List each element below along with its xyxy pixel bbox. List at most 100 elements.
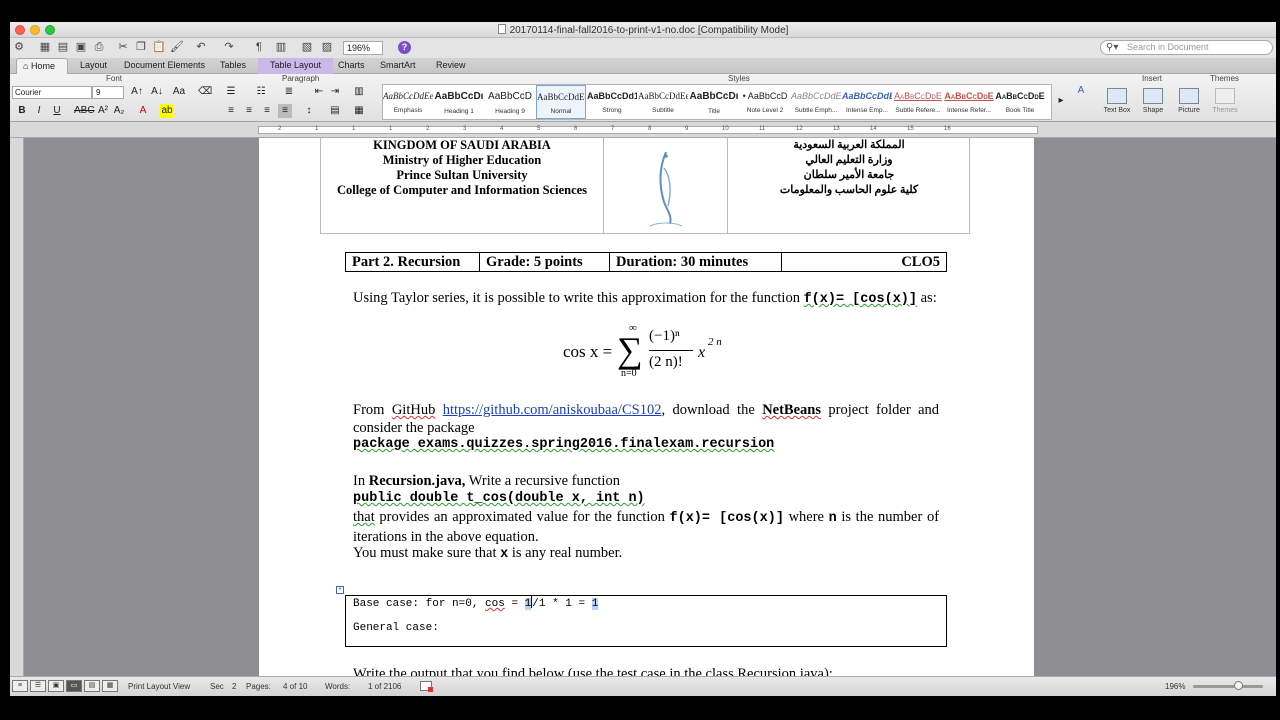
sidebar-icon[interactable]: ▥: [274, 41, 288, 54]
align-left-icon[interactable]: ≡: [224, 104, 238, 118]
print-icon[interactable]: ⎙: [92, 41, 106, 54]
status-bar: ≡ ☰ ▣ ▭ ▤ ▦ Print Layout View Sec 2 Page…: [10, 676, 1276, 696]
draft-view-button[interactable]: ≡: [12, 680, 28, 692]
justify-icon[interactable]: ≡: [278, 104, 292, 118]
zoom-slider[interactable]: [1193, 685, 1263, 688]
spellcheck-icon[interactable]: [420, 681, 433, 692]
tab-charts[interactable]: Charts: [332, 58, 371, 74]
header-line: College of Computer and Information Scie…: [336, 183, 588, 197]
style-strong[interactable]: AaBbCcDd1 Strong: [587, 85, 637, 119]
publishing-view-button[interactable]: ▣: [48, 680, 64, 692]
print-layout-view-button[interactable]: ▭: [66, 680, 82, 692]
style-emphasis[interactable]: AaBbCcDdEe Emphasis: [383, 85, 433, 119]
subscript-button[interactable]: A₂: [112, 104, 126, 118]
ruler-number: 11: [759, 126, 766, 132]
help-icon[interactable]: ?: [398, 41, 411, 54]
customize-toolbar-icon[interactable]: ⚙: [12, 41, 26, 54]
cut-icon[interactable]: ✂: [116, 41, 130, 54]
grow-font-icon[interactable]: A↑: [130, 85, 144, 99]
themes-button[interactable]: Themes: [1206, 88, 1244, 114]
text-styles-icon[interactable]: A: [1074, 84, 1088, 98]
font-color-button[interactable]: A: [136, 104, 150, 118]
focus-view-button[interactable]: ▦: [102, 680, 118, 692]
pilcrow-icon[interactable]: ¶: [252, 41, 266, 54]
line-spacing-icon[interactable]: ↕: [302, 104, 316, 118]
borders-icon[interactable]: ▦: [352, 104, 366, 118]
fraction-denominator: (2 n)!: [649, 354, 683, 370]
table-move-handle[interactable]: +: [336, 586, 344, 594]
style-title[interactable]: AaBbCcDı Title: [689, 85, 739, 119]
zoom-slider-handle[interactable]: [1234, 681, 1243, 690]
style-intense-reference[interactable]: AaBbCcDdE Intense Refer...: [944, 85, 994, 119]
tab-review[interactable]: Review: [430, 58, 472, 74]
format-painter-icon[interactable]: 🖌: [170, 41, 184, 54]
clear-format-icon[interactable]: ⌫: [198, 85, 212, 99]
undo-icon[interactable]: ↶: [194, 41, 208, 54]
ruler-number: 9: [685, 126, 689, 132]
base-case-line[interactable]: Base case: for n=0, cos = 1/1 * 1 = 1: [353, 596, 599, 610]
styles-gallery: AaBbCcDdEe Emphasis AaBbCcDı Heading 1 AaB…: [382, 84, 1052, 120]
redo-icon[interactable]: ↷: [222, 41, 236, 54]
words-value: 1 of 2106: [368, 682, 402, 691]
align-right-icon[interactable]: ≡: [260, 104, 274, 118]
bold-button[interactable]: B: [15, 104, 29, 118]
style-subtle-reference[interactable]: AaBbCcDdE Subtle Refere...: [893, 85, 943, 119]
zoom-select[interactable]: 196%: [343, 41, 383, 55]
style-heading-9[interactable]: AaBbCcD Heading 9: [485, 85, 535, 119]
tab-layout[interactable]: Layout: [74, 58, 113, 74]
style-heading-1[interactable]: AaBbCcDı Heading 1: [434, 85, 484, 119]
style-note-level-2[interactable]: • AaBbCcD Note Level 2: [740, 85, 790, 119]
tab-smartart[interactable]: SmartArt: [374, 58, 422, 74]
styles-next-icon[interactable]: ▸: [1054, 94, 1068, 108]
insert-picture-button[interactable]: Picture: [1170, 88, 1208, 114]
font-size-select[interactable]: 9: [92, 86, 124, 99]
shrink-font-icon[interactable]: A↓: [150, 85, 164, 99]
vertical-ruler[interactable]: [10, 138, 24, 676]
horizontal-ruler[interactable]: 2 1 1 1 2 3 4 5 6 7 8 9 10 11 12 13 14 15 16: [10, 122, 1276, 138]
ruler-number: 2: [278, 126, 282, 132]
tab-tables[interactable]: Tables: [214, 58, 252, 74]
tab-table-layout[interactable]: Table Layout: [258, 58, 334, 74]
insert-shape-button[interactable]: Shape: [1134, 88, 1172, 114]
outline-view-button[interactable]: ☰: [30, 680, 46, 692]
style-normal[interactable]: AaBbCcDdEe Normal: [536, 85, 586, 119]
decrease-indent-icon[interactable]: ⇤: [312, 85, 326, 99]
align-center-icon[interactable]: ≡: [242, 104, 256, 118]
save-icon[interactable]: ▣: [74, 41, 88, 54]
document-page[interactable]: KINGDOM OF SAUDI ARABIA Ministry of High…: [259, 138, 1034, 676]
columns-icon[interactable]: ▥: [352, 85, 366, 99]
strikethrough-button[interactable]: ABC: [74, 104, 95, 118]
insert-text-box-button[interactable]: Text Box: [1098, 88, 1136, 114]
github-link[interactable]: https://github.com/aniskoubaa/CS102: [443, 402, 662, 418]
copy-icon[interactable]: ❐: [134, 41, 148, 54]
numbering-icon[interactable]: ☷: [254, 85, 268, 99]
shading-icon[interactable]: ▤: [328, 104, 342, 118]
window-titlebar: 20170114-final-fall2016-to-print-v1-no.d…: [10, 22, 1276, 38]
change-case-icon[interactable]: Aa: [172, 85, 186, 99]
italic-button[interactable]: I: [32, 104, 46, 118]
increase-indent-icon[interactable]: ⇥: [328, 85, 342, 99]
style-intense-emphasis[interactable]: AaBbCcDdE Intense Emp...: [842, 85, 892, 119]
search-input[interactable]: ⚲▾ Search in Document: [1100, 40, 1273, 55]
toolbox-icon[interactable]: ▧: [300, 41, 314, 54]
general-case-line[interactable]: General case:: [353, 622, 439, 634]
open-folder-icon[interactable]: ▤: [56, 41, 70, 54]
para-text: Write a recursive function: [465, 473, 620, 489]
bullets-icon[interactable]: ☰: [224, 85, 238, 99]
paste-icon[interactable]: 📋: [152, 41, 166, 54]
media-browser-icon[interactable]: ▨: [320, 41, 334, 54]
underline-button[interactable]: U: [50, 104, 64, 118]
tab-home[interactable]: ⌂ Home: [16, 58, 68, 74]
multilevel-list-icon[interactable]: ≣: [282, 85, 296, 99]
font-name-select[interactable]: Courier: [12, 86, 92, 99]
style-subtle-emphasis[interactable]: AaBbCcDdEe Subtle Emph...: [791, 85, 841, 119]
notebook-view-button[interactable]: ▤: [84, 680, 100, 692]
superscript-button[interactable]: A²: [96, 104, 110, 118]
highlight-button[interactable]: ab: [160, 104, 174, 118]
style-book-title[interactable]: AaBbCcDdE Book Title: [995, 85, 1045, 119]
para-text: as:: [917, 290, 937, 306]
answer-box[interactable]: Base case: for n=0, cos = 1/1 * 1 = 1 Ge…: [345, 595, 947, 647]
style-subtitle[interactable]: AaBbCcDdEe Subtitle: [638, 85, 688, 119]
gallery-icon[interactable]: ▦: [38, 41, 52, 54]
tab-document-elements[interactable]: Document Elements: [118, 58, 211, 74]
